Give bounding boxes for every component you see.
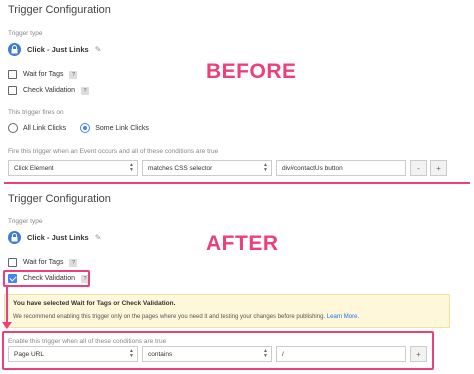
pencil-icon[interactable]: ✎ [95, 233, 102, 242]
after-annotation-label: AFTER [206, 232, 279, 255]
after-wait-for-tags-row[interactable]: Wait for Tags ? [8, 258, 78, 267]
radio-some-link-clicks-label: Some Link Clicks [95, 124, 149, 132]
warning-text: We recommend enabling this trigger only … [13, 314, 359, 320]
before-trigger-type-row[interactable]: Click - Just Links ✎ [8, 43, 101, 56]
after-trigger-type-row[interactable]: Click - Just Links ✎ [8, 231, 101, 244]
after-trigger-type-label: Trigger type [8, 218, 43, 225]
radio-some-link-clicks[interactable]: Some Link Clicks [80, 123, 149, 133]
before-wait-for-tags-row[interactable]: Wait for Tags ? [8, 70, 78, 79]
select-arrows-icon: ▲ ▼ [263, 348, 268, 359]
before-condition-operator-value: matches CSS selector [148, 164, 213, 172]
before-trigger-type-label: Trigger type [8, 30, 43, 37]
after-trigger-type-name: Click - Just Links [27, 233, 89, 242]
after-condition-operator-value: contains [148, 350, 173, 358]
lock-icon [8, 231, 21, 244]
annotation-arrow-head-icon [2, 322, 12, 329]
before-condition-value-text: div#contactUs button [282, 164, 343, 172]
after-enable-label: Enable this trigger when all of these co… [8, 338, 167, 345]
before-condition-operator-select[interactable]: matches CSS selector ▲ ▼ [142, 160, 272, 176]
after-wait-for-tags-label: Wait for Tags [23, 259, 64, 266]
before-section-title: Trigger Configuration [8, 4, 111, 16]
before-trigger-type-name: Click - Just Links [27, 45, 89, 54]
radio-some-link-clicks-button[interactable] [80, 123, 91, 133]
radio-all-link-clicks[interactable]: All Link Clicks [8, 123, 66, 133]
check-validation-highlight [3, 270, 90, 287]
before-check-validation-row[interactable]: Check Validation ? [8, 86, 90, 95]
before-condition-variable-value: Click Element [14, 164, 54, 172]
after-condition-operator-select[interactable]: contains ▲ ▼ [142, 346, 272, 362]
before-condition-variable-select[interactable]: Click Element ▲ ▼ [8, 160, 138, 176]
after-condition-value-text: / [282, 350, 284, 358]
before-annotation-label: BEFORE [206, 60, 297, 83]
select-arrows-icon: ▲ ▼ [263, 162, 268, 173]
annotation-arrow-line [6, 286, 8, 326]
pencil-icon[interactable]: ✎ [95, 45, 102, 54]
before-condition-label: Fire this trigger when an Event occurs a… [8, 148, 219, 155]
warning-body: We recommend enabling this trigger only … [13, 314, 326, 320]
warning-banner: You have selected Wait for Tags or Check… [4, 294, 450, 328]
before-fires-on-radio-group: All Link Clicks Some Link Clicks [8, 123, 149, 133]
help-icon[interactable]: ? [81, 86, 90, 95]
help-icon[interactable]: ? [69, 258, 78, 267]
before-wait-for-tags-checkbox[interactable] [8, 70, 17, 79]
warning-title: You have selected Wait for Tags or Check… [13, 300, 176, 307]
learn-more-link[interactable]: Learn More. [327, 314, 359, 320]
before-fires-on-label: This trigger fires on [8, 109, 64, 116]
after-section-title: Trigger Configuration [8, 193, 111, 205]
before-wait-for-tags-label: Wait for Tags [23, 71, 64, 78]
after-wait-for-tags-checkbox[interactable] [8, 258, 17, 267]
before-remove-condition-button[interactable]: - [410, 160, 427, 176]
radio-all-link-clicks-label: All Link Clicks [23, 124, 67, 132]
divider-line [4, 182, 470, 184]
after-condition-value-input[interactable]: / [276, 346, 406, 362]
before-condition-value-input[interactable]: div#contactUs button [276, 160, 406, 176]
before-add-condition-button[interactable]: + [430, 160, 447, 176]
after-condition-variable-select[interactable]: Page URL ▲ ▼ [8, 346, 138, 362]
before-check-validation-label: Check Validation [23, 87, 76, 94]
radio-all-link-clicks-button[interactable] [8, 123, 18, 133]
after-add-condition-button[interactable]: + [410, 346, 427, 362]
before-check-validation-checkbox[interactable] [8, 86, 17, 95]
after-condition-variable-value: Page URL [14, 350, 44, 358]
help-icon[interactable]: ? [69, 70, 78, 79]
select-arrows-icon: ▲ ▼ [129, 162, 134, 173]
select-arrows-icon: ▲ ▼ [129, 348, 134, 359]
lock-icon [8, 43, 21, 56]
